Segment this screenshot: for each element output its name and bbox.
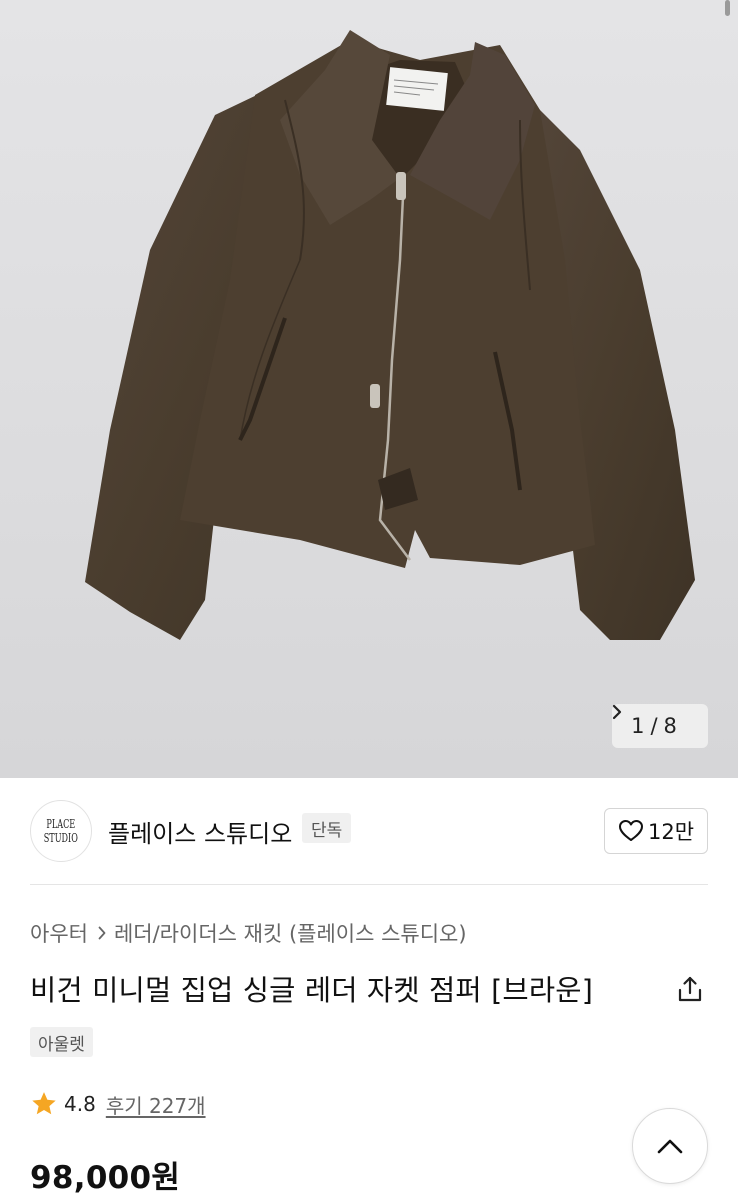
breadcrumb-category[interactable]: 아우터	[30, 918, 88, 948]
brand-row: PLACE STUDIO 플레이스 스튜디오 단독 12만	[30, 800, 708, 862]
rating-value: 4.8	[64, 1092, 96, 1116]
like-button[interactable]: 12만	[604, 808, 708, 854]
reviews-link[interactable]: 후기 227개	[106, 1090, 206, 1119]
scroll-to-top-button[interactable]	[632, 1108, 708, 1184]
share-icon[interactable]	[676, 975, 704, 1007]
jacket-photo	[85, 30, 695, 640]
divider	[30, 884, 708, 885]
exclusive-badge: 단독	[302, 813, 352, 843]
brand-logo-mark: PLACE STUDIO	[44, 819, 78, 846]
image-counter-current: 1	[631, 714, 645, 738]
outlet-tag: 아울렛	[30, 1027, 93, 1057]
rating-row: 4.8 후기 227개	[30, 1088, 206, 1120]
image-counter[interactable]: 1 / 8	[612, 704, 708, 748]
svg-text:PLACE: PLACE	[46, 819, 75, 832]
scrollbar-thumb[interactable]	[725, 0, 730, 16]
image-counter-total: 8	[663, 714, 677, 738]
like-count: 12만	[647, 820, 695, 844]
chevron-right-icon	[98, 926, 106, 940]
svg-text:STUDIO: STUDIO	[44, 833, 78, 846]
brand-name[interactable]: 플레이스 스튜디오	[108, 814, 292, 849]
product-title: 비건 미니멀 집업 싱글 레더 자켓 점퍼 [브라운]	[30, 974, 594, 1007]
heart-icon	[618, 820, 643, 841]
price: 98,000원	[30, 1160, 181, 1196]
star-icon	[32, 1092, 56, 1115]
breadcrumb: 아우터 레더/라이더스 재킷 (플레이스 스튜디오)	[30, 918, 467, 948]
product-image-gallery[interactable]: 1 / 8	[0, 0, 738, 778]
breadcrumb-subcategory[interactable]: 레더/라이더스 재킷 (플레이스 스튜디오)	[114, 918, 467, 948]
image-counter-separator: /	[650, 714, 658, 738]
chevron-up-icon	[657, 1139, 683, 1154]
brand-logo[interactable]: PLACE STUDIO	[30, 800, 92, 862]
